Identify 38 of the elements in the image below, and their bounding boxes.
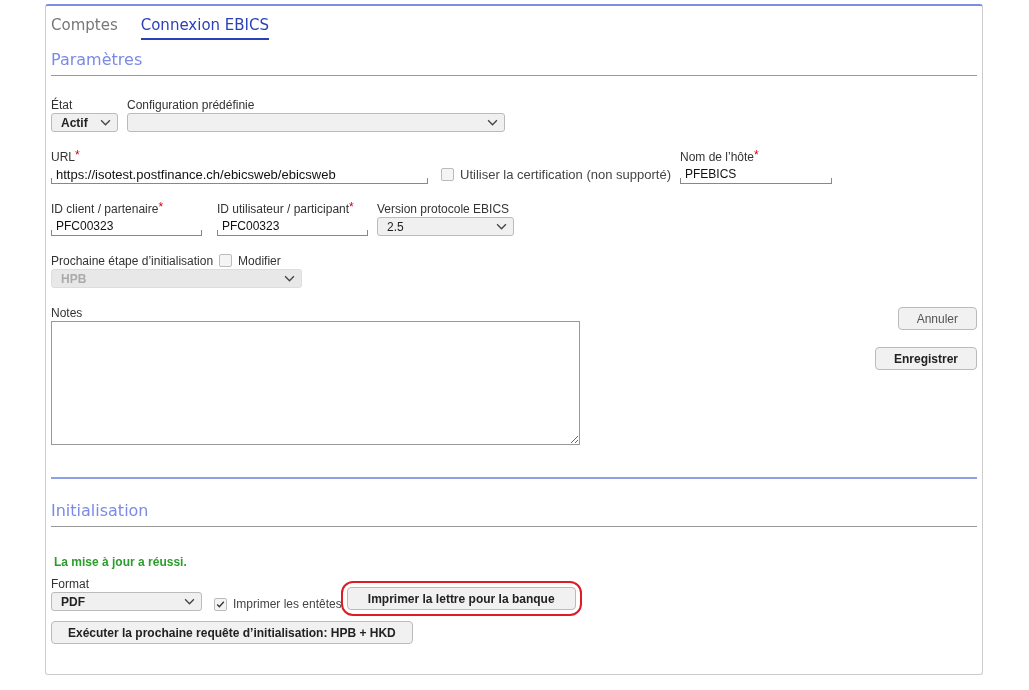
checkbox-label: Modifier <box>238 253 281 268</box>
checkbox[interactable] <box>441 168 454 181</box>
select-field[interactable] <box>127 113 505 132</box>
caret-icon <box>496 223 507 230</box>
select-field[interactable]: Actif <box>51 113 118 132</box>
field-label: ID client / partenaire <box>51 201 159 216</box>
field-label: État <box>51 97 73 112</box>
button[interactable]: Enregistrer <box>874 347 977 370</box>
tab[interactable]: Comptes <box>51 16 118 38</box>
field-label: Notes <box>51 305 83 320</box>
section-title: Paramètres <box>51 49 144 71</box>
field-label: Version protocole EBICS <box>377 201 510 216</box>
caret-icon <box>487 119 498 126</box>
required-mark: * <box>349 200 354 214</box>
field-label: Format <box>51 576 89 591</box>
field-label: ID utilisateur / participant <box>217 201 350 216</box>
section-title: Initialisation <box>51 500 150 522</box>
required-mark: * <box>75 148 80 162</box>
caret-icon <box>284 275 295 282</box>
required-mark: * <box>158 200 164 214</box>
tab[interactable]: Connexion EBICS <box>140 16 270 40</box>
execute-button[interactable]: Exécuter la prochaine requête d’initialisation: HPB + HKD <box>51 621 413 644</box>
field-label: Prochaine étape d’initialisation <box>51 253 214 268</box>
button[interactable]: Annuler <box>897 307 977 330</box>
select-field[interactable]: 2.5 <box>377 217 514 236</box>
checkbox-label: Utiliser la certification (non supporté) <box>460 167 671 182</box>
field-label: Configuration prédéfinie <box>127 97 255 112</box>
required-mark: * <box>754 148 759 162</box>
print-button[interactable]: Imprimer la lettre pour la banque <box>346 587 576 610</box>
caret-icon <box>184 598 195 605</box>
select-field[interactable]: PDF <box>51 592 202 611</box>
checkbox-label: Imprimer les entêtes <box>233 597 342 611</box>
field-label: URL <box>51 149 75 164</box>
notes-field[interactable] <box>51 321 580 445</box>
caret-icon <box>100 119 111 126</box>
field-label: Nom de l’hôte <box>680 149 755 164</box>
checkbox[interactable] <box>214 598 227 611</box>
success-message: La mise à jour a réussi. <box>53 554 188 571</box>
